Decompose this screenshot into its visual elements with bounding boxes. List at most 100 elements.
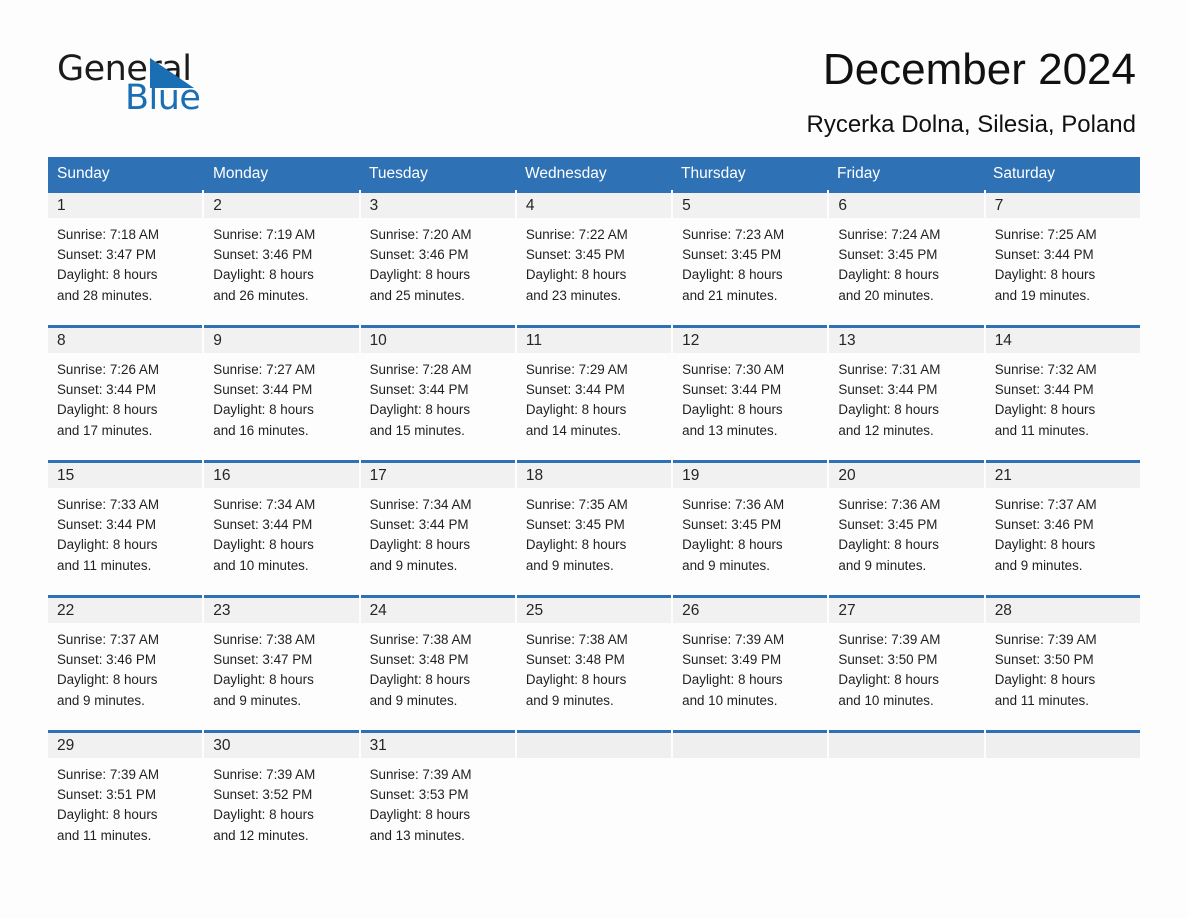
- sunrise-text: Sunrise: 7:38 AM: [213, 632, 316, 647]
- day-cell[interactable]: 4 Sunrise: 7:22 AM Sunset: 3:45 PM Daylight…: [516, 190, 672, 325]
- daylight-text-line2: and 23 minutes.: [525, 287, 622, 303]
- week-row: 1 Sunrise: 7:18 AM Sunset: 3:47 PM Daylight…: [48, 190, 1140, 325]
- daylight-text-line2: and 9 minutes.: [994, 557, 1083, 573]
- sunset-text: Sunset: 3:48 PM: [369, 652, 469, 668]
- day-number-band: 25: [516, 598, 672, 623]
- sunrise-text: Sunrise: 7:26 AM: [57, 362, 159, 377]
- day-info: Sunrise: 7:38 AM Sunset: 3:47 PM Daylight:…: [204, 623, 358, 711]
- day-cell[interactable]: 10 Sunrise: 7:28 AM Sunset: 3:44 PM Dayligh…: [360, 325, 515, 460]
- daylight-text-line1: Daylight: 8 hours: [57, 402, 158, 418]
- daylight-text-line1: Daylight: 8 hours: [682, 267, 783, 283]
- day-cell[interactable]: 19 Sunrise: 7:36 AM Sunset: 3:45 PM Dayligh…: [673, 460, 828, 595]
- day-cell[interactable]: 7 Sunrise: 7:25 AM Sunset: 3:44 PM Daylight…: [985, 190, 1140, 325]
- calendar-page: General Blue December 2024 Rycerka Dolna…: [0, 0, 1188, 918]
- day-info: Sunrise: 7:25 AM Sunset: 3:44 PM Daylight:…: [986, 218, 1140, 306]
- day-cell[interactable]: 18 Sunrise: 7:35 AM Sunset: 3:45 PM Dayligh…: [516, 460, 672, 595]
- day-cell[interactable]: 15 Sunrise: 7:33 AM Sunset: 3:44 PM Dayligh…: [48, 460, 203, 595]
- sunset-text: Sunset: 3:52 PM: [213, 787, 313, 803]
- day-number: 18: [525, 467, 544, 484]
- sunset-text: Sunset: 3:44 PM: [57, 517, 156, 533]
- day-cell[interactable]: 30 Sunrise: 7:39 AM Sunset: 3:52 PM Dayligh…: [204, 730, 359, 850]
- day-number-band: 10: [360, 328, 515, 353]
- day-number-band: 14: [985, 328, 1140, 353]
- daylight-text-line2: and 9 minutes.: [369, 692, 458, 708]
- day-info: Sunrise: 7:23 AM Sunset: 3:45 PM Daylight:…: [673, 218, 827, 306]
- day-number: 21: [994, 467, 1012, 484]
- week-row: 15 Sunrise: 7:33 AM Sunset: 3:44 PM Dayligh…: [48, 460, 1140, 595]
- weekday-header-wednesday: Wednesday: [525, 165, 607, 182]
- page-subtitle: Rycerka Dolna, Silesia, Poland: [806, 111, 1137, 139]
- sunrise-text: Sunrise: 7:39 AM: [838, 632, 941, 647]
- day-cell[interactable]: 11 Sunrise: 7:29 AM Sunset: 3:44 PM Dayligh…: [516, 325, 672, 460]
- day-cell[interactable]: 21 Sunrise: 7:37 AM Sunset: 3:46 PM Dayligh…: [985, 460, 1140, 595]
- daylight-text-line2: and 9 minutes.: [525, 692, 614, 708]
- day-number-band: 19: [673, 463, 828, 488]
- sunrise-text: Sunrise: 7:36 AM: [682, 497, 785, 512]
- page-title: December 2024: [822, 45, 1136, 94]
- day-cell[interactable]: 22 Sunrise: 7:37 AM Sunset: 3:46 PM Dayligh…: [48, 595, 203, 730]
- day-info: Sunrise: 7:30 AM Sunset: 3:44 PM Daylight:…: [673, 353, 827, 441]
- day-number-band: 16: [204, 463, 359, 488]
- sunrise-text: Sunrise: 7:37 AM: [994, 497, 1097, 512]
- daylight-text-line1: Daylight: 8 hours: [994, 402, 1096, 418]
- day-cell[interactable]: 3 Sunrise: 7:20 AM Sunset: 3:46 PM Daylight…: [360, 190, 515, 325]
- day-cell[interactable]: 2 Sunrise: 7:19 AM Sunset: 3:46 PM Daylight…: [204, 190, 359, 325]
- general-blue-logo[interactable]: General Blue: [57, 44, 257, 118]
- day-cell[interactable]: 28 Sunrise: 7:39 AM Sunset: 3:50 PM Dayligh…: [985, 595, 1140, 730]
- day-cell[interactable]: 26 Sunrise: 7:39 AM Sunset: 3:49 PM Dayligh…: [673, 595, 828, 730]
- day-info: Sunrise: 7:39 AM Sunset: 3:50 PM Daylight:…: [829, 623, 983, 711]
- day-number-band: 11: [516, 328, 672, 353]
- logo-word-blue: Blue: [125, 78, 201, 118]
- day-cell[interactable]: 29 Sunrise: 7:39 AM Sunset: 3:51 PM Dayligh…: [48, 730, 203, 850]
- week-row: 29 Sunrise: 7:39 AM Sunset: 3:51 PM Dayligh…: [48, 730, 1140, 850]
- sunrise-text: Sunrise: 7:24 AM: [838, 227, 941, 242]
- day-cell[interactable]: 8 Sunrise: 7:26 AM Sunset: 3:44 PM Daylight…: [48, 325, 203, 460]
- day-number-band: 5: [673, 193, 828, 218]
- day-cell[interactable]: 31 Sunrise: 7:39 AM Sunset: 3:53 PM Dayligh…: [360, 730, 515, 850]
- sunset-text: Sunset: 3:50 PM: [838, 652, 938, 668]
- daylight-text-line1: Daylight: 8 hours: [57, 267, 158, 283]
- sunset-text: Sunset: 3:49 PM: [682, 652, 782, 668]
- day-cell[interactable]: 16 Sunrise: 7:34 AM Sunset: 3:44 PM Dayligh…: [204, 460, 359, 595]
- daylight-text-line2: and 16 minutes.: [213, 422, 309, 438]
- sunset-text: Sunset: 3:44 PM: [838, 382, 938, 398]
- day-number: 11: [525, 332, 542, 349]
- day-cell[interactable]: 17 Sunrise: 7:34 AM Sunset: 3:44 PM Dayligh…: [360, 460, 515, 595]
- day-number-band: 27: [829, 598, 984, 623]
- day-cell[interactable]: 25 Sunrise: 7:38 AM Sunset: 3:48 PM Dayligh…: [516, 595, 672, 730]
- day-info: Sunrise: 7:18 AM Sunset: 3:47 PM Daylight:…: [48, 218, 202, 306]
- sunset-text: Sunset: 3:45 PM: [525, 517, 625, 533]
- day-cell[interactable]: 20 Sunrise: 7:36 AM Sunset: 3:45 PM Dayligh…: [829, 460, 984, 595]
- day-info: Sunrise: 7:28 AM Sunset: 3:44 PM Daylight:…: [361, 353, 515, 441]
- sunrise-text: Sunrise: 7:39 AM: [57, 767, 159, 782]
- day-cell[interactable]: 9 Sunrise: 7:27 AM Sunset: 3:44 PM Daylight…: [204, 325, 359, 460]
- sunrise-text: Sunrise: 7:39 AM: [213, 767, 316, 782]
- day-number: 12: [682, 332, 700, 349]
- day-cell[interactable]: 6 Sunrise: 7:24 AM Sunset: 3:45 PM Daylight…: [829, 190, 984, 325]
- day-cell[interactable]: 14 Sunrise: 7:32 AM Sunset: 3:44 PM Dayligh…: [985, 325, 1140, 460]
- day-cell[interactable]: 13 Sunrise: 7:31 AM Sunset: 3:44 PM Dayligh…: [829, 325, 984, 460]
- day-info: Sunrise: 7:24 AM Sunset: 3:45 PM Daylight:…: [829, 218, 983, 306]
- day-number: 4: [525, 197, 535, 214]
- day-number-band: [673, 733, 828, 758]
- day-number-band: 12: [673, 328, 828, 353]
- daylight-text-line2: and 12 minutes.: [213, 827, 309, 843]
- day-cell[interactable]: 1 Sunrise: 7:18 AM Sunset: 3:47 PM Daylight…: [48, 190, 203, 325]
- daylight-text-line2: and 10 minutes.: [838, 692, 934, 708]
- weekday-header-friday: Friday: [837, 165, 881, 182]
- daylight-text-line1: Daylight: 8 hours: [682, 402, 783, 418]
- day-info: Sunrise: 7:37 AM Sunset: 3:46 PM Daylight:…: [986, 488, 1140, 576]
- sunrise-text: Sunrise: 7:30 AM: [682, 362, 785, 377]
- calendar-weeks: 1 Sunrise: 7:18 AM Sunset: 3:47 PM Daylight…: [48, 190, 1140, 850]
- day-cell[interactable]: 24 Sunrise: 7:38 AM Sunset: 3:48 PM Dayligh…: [360, 595, 515, 730]
- day-number-band: 6: [829, 193, 984, 218]
- day-number-band: 26: [673, 598, 828, 623]
- day-cell[interactable]: 27 Sunrise: 7:39 AM Sunset: 3:50 PM Dayligh…: [829, 595, 984, 730]
- day-cell[interactable]: 23 Sunrise: 7:38 AM Sunset: 3:47 PM Dayligh…: [204, 595, 359, 730]
- sunset-text: Sunset: 3:46 PM: [57, 652, 156, 668]
- day-number: 30: [213, 737, 231, 754]
- day-cell[interactable]: 12 Sunrise: 7:30 AM Sunset: 3:44 PM Dayligh…: [673, 325, 828, 460]
- day-cell[interactable]: 5 Sunrise: 7:23 AM Sunset: 3:45 PM Daylight…: [673, 190, 828, 325]
- day-info: Sunrise: 7:36 AM Sunset: 3:45 PM Daylight:…: [673, 488, 827, 576]
- page-header: General Blue December 2024 Rycerka Dolna…: [0, 0, 1188, 139]
